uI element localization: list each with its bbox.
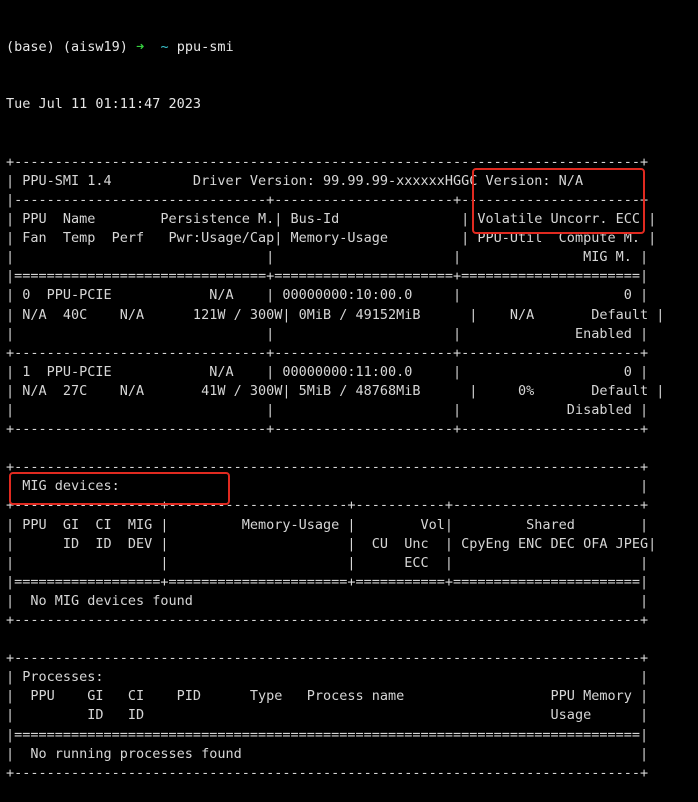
- table-line: | ID ID DEV | | CU Unc | CpyEng ENC DEC …: [6, 535, 657, 552]
- table-line: | No running processes found |: [6, 745, 649, 762]
- table-line: |===============================+=======…: [6, 268, 649, 285]
- table-line: [6, 439, 664, 458]
- highlight-box-no-mig: [9, 472, 230, 505]
- table-line: | N/A 40C N/A 121W / 300W| 0MiB / 49152M…: [6, 306, 665, 323]
- terminal-output: (base) (aisw19) ➜ ~ ppu-smi Tue Jul 11 0…: [6, 0, 664, 802]
- table-line: | PPU GI CI PID Type Process name PPU Me…: [6, 688, 649, 705]
- table-line: | | | ECC | |: [6, 554, 649, 571]
- prompt-env: (base) (aisw19): [6, 39, 128, 56]
- table-line: | 1 PPU-PCIE N/A | 00000000:11:00.0 | 0 …: [6, 363, 649, 380]
- table-line: | | | Disabled |: [6, 401, 649, 418]
- highlight-box-ecc-mig: [472, 168, 645, 234]
- timestamp-line: Tue Jul 11 01:11:47 2023: [6, 96, 202, 113]
- table-line: | N/A 27C N/A 41W / 300W| 5MiB / 48768Mi…: [6, 382, 665, 399]
- prompt-arrow-icon: ➜: [136, 39, 145, 56]
- table-line: | No MIG devices found |: [6, 592, 649, 609]
- prompt-cwd: ~: [160, 39, 169, 56]
- table-line: +---------------------------------------…: [6, 764, 649, 781]
- table-line: |==================+====================…: [6, 573, 649, 590]
- table-line: +-------------------------------+-------…: [6, 421, 649, 438]
- table-line: | 0 PPU-PCIE N/A | 00000000:10:00.0 | 0 …: [6, 287, 649, 304]
- table-line: +---------------------------------------…: [6, 612, 649, 628]
- table-line: | | | MIG M. |: [6, 249, 649, 266]
- table-line: +-------------------------------+-------…: [6, 344, 649, 361]
- table-line: |=======================================…: [6, 726, 649, 743]
- table-line: +---------------------------------------…: [6, 650, 649, 667]
- table-line: | | | Enabled |: [6, 325, 649, 342]
- table-line: | PPU GI CI MIG | Memory-Usage | Vol| Sh…: [6, 516, 649, 533]
- prompt-command: ppu-smi: [176, 39, 234, 56]
- prompt-line: (base) (aisw19) ➜ ~ ppu-smi: [6, 38, 664, 57]
- ppu-smi-table: +---------------------------------------…: [6, 153, 664, 783]
- table-line: | ID ID Usage |: [6, 707, 649, 724]
- table-line: | Processes: |: [6, 669, 649, 686]
- table-line: [6, 630, 664, 649]
